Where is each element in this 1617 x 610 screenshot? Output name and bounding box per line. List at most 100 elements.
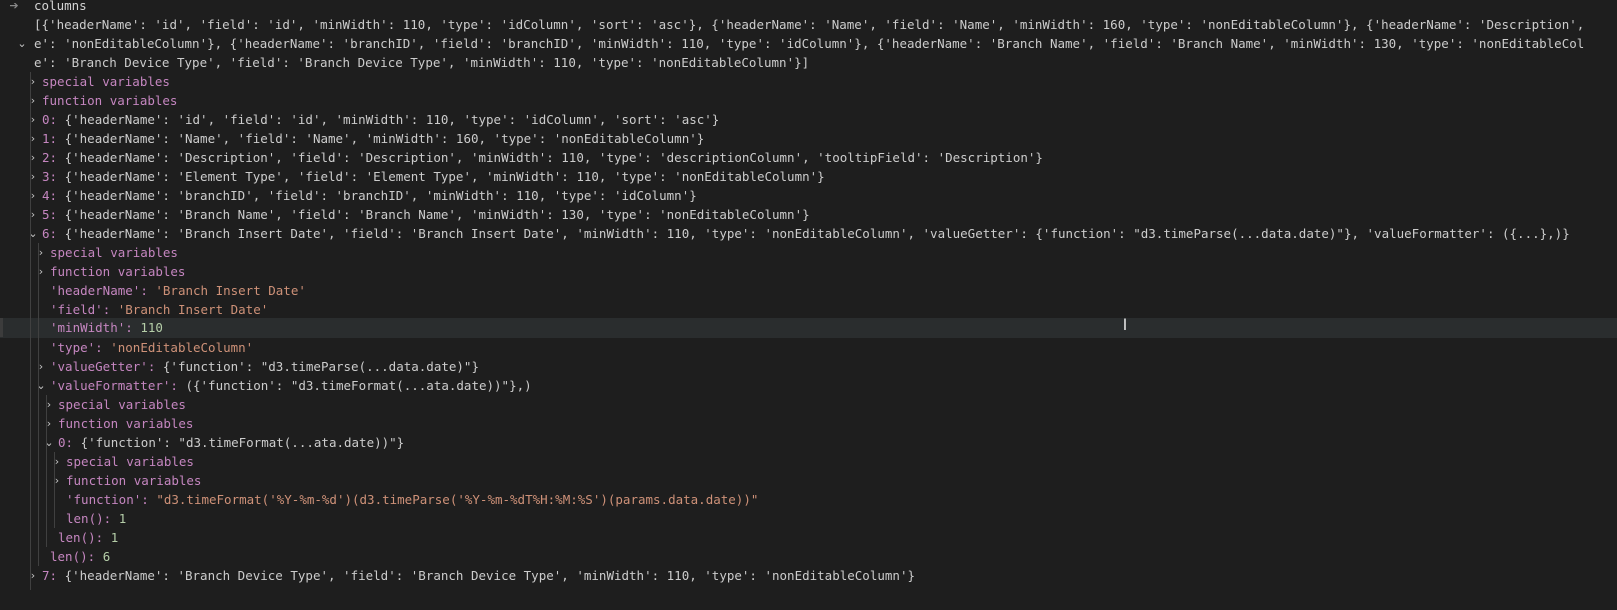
arrow-icon: ➔ <box>9 0 19 12</box>
variable-root-value[interactable]: ⌄ e': 'nonEditableColumn'}, {'headerName… <box>0 34 1617 54</box>
leaf-key: 'minWidth' <box>50 320 126 335</box>
tree-row[interactable]: › special variables <box>0 72 1617 92</box>
leaf-line: len(): 1 <box>66 509 126 529</box>
item-line: 6: {'headerName': 'Branch Insert Date', … <box>42 224 1570 244</box>
tree-row[interactable]: › 2: {'headerName': 'Description', 'fiel… <box>0 148 1617 168</box>
variable-root[interactable]: ➔ columns <box>0 0 1617 16</box>
colon: : <box>103 511 119 526</box>
tree-row[interactable]: › function variables <box>0 471 1617 491</box>
variable-root-value: e': 'Branch Device Type', 'field': 'Bran… <box>0 53 1617 73</box>
tree-row[interactable]: 'headerName': 'Branch Insert Date' <box>0 281 1617 301</box>
item-value: {'headerName': 'branchID', 'field': 'bra… <box>64 188 697 203</box>
colon: : <box>49 112 65 127</box>
tree-row-hovered[interactable]: 'minWidth': 110 <box>0 318 1617 338</box>
chevron-right-icon[interactable]: › <box>27 110 39 130</box>
colon: : <box>49 150 65 165</box>
tree-row[interactable]: › special variables <box>0 452 1617 472</box>
chevron-right-icon[interactable]: › <box>27 129 39 149</box>
tree-row[interactable]: › 7: {'headerName': 'Branch Device Type'… <box>0 566 1617 586</box>
indent-guide <box>38 243 39 566</box>
tree-row[interactable]: len(): 6 <box>0 547 1617 567</box>
leaf-key: 'headerName' <box>50 283 141 298</box>
tree-row[interactable]: › 4: {'headerName': 'branchID', 'field':… <box>0 186 1617 206</box>
tree-row[interactable]: len(): 1 <box>0 509 1617 529</box>
item-key: 3 <box>42 169 50 184</box>
chevron-right-icon[interactable]: › <box>51 452 63 472</box>
chevron-right-icon[interactable]: › <box>27 72 39 92</box>
chevron-right-icon[interactable]: › <box>35 357 47 377</box>
tree-row[interactable]: › function variables <box>0 91 1617 111</box>
colon: : <box>141 492 157 507</box>
chevron-right-icon[interactable]: › <box>43 395 55 415</box>
tree-row[interactable]: › 5: {'headerName': 'Branch Name', 'fiel… <box>0 205 1617 225</box>
chevron-down-icon[interactable]: ⌄ <box>43 433 55 453</box>
chevron-down-icon[interactable]: ⌄ <box>16 34 28 54</box>
colon: : <box>49 226 65 241</box>
tree-row[interactable]: 'type': 'nonEditableColumn' <box>0 338 1617 358</box>
chevron-right-icon[interactable]: › <box>27 205 39 225</box>
leaf-value: 6 <box>102 549 111 564</box>
item-line: 'valueFormatter': ({'function': "d3.time… <box>50 376 532 396</box>
colon: : <box>95 530 111 545</box>
tree-row[interactable]: › function variables <box>0 414 1617 434</box>
item-line: 'valueGetter': {'function': "d3.timePars… <box>50 357 479 377</box>
item-key: 'valueGetter' <box>50 359 148 374</box>
group-label: special variables <box>50 245 178 260</box>
chevron-right-icon[interactable]: › <box>27 566 39 586</box>
tree-row[interactable]: 'function': "d3.timeFormat('%Y-%m-%d')(d… <box>0 490 1617 510</box>
leaf-value: 110 <box>140 320 163 335</box>
tree-row[interactable]: › special variables <box>0 395 1617 415</box>
chevron-down-icon[interactable]: ⌄ <box>27 224 39 244</box>
item-value: ({'function': "d3.timeFormat(...ata.date… <box>185 378 532 393</box>
leaf-line: len(): 6 <box>50 547 110 567</box>
item-value: {'headerName': 'Branch Name', 'field': '… <box>64 207 810 222</box>
tree-row[interactable]: ⌄ 0: {'function': "d3.timeFormat(...ata.… <box>0 433 1617 453</box>
group-label: special variables <box>42 74 170 89</box>
variable-root-value-line2: e': 'nonEditableColumn'}, {'headerName':… <box>34 36 1585 51</box>
tree-row[interactable]: ⌄ 6: {'headerName': 'Branch Insert Date'… <box>0 224 1617 244</box>
tree-row[interactable]: len(): 1 <box>0 528 1617 548</box>
chevron-right-icon[interactable]: › <box>27 186 39 206</box>
tree-row[interactable]: › 0: {'headerName': 'id', 'field': 'id',… <box>0 110 1617 130</box>
leaf-value: "d3.timeFormat('%Y-%m-%d')(d3.timeParse(… <box>156 492 759 507</box>
leaf-key: len() <box>66 511 104 526</box>
chevron-right-icon[interactable]: › <box>43 414 55 434</box>
chevron-right-icon[interactable]: › <box>27 91 39 111</box>
tree-row[interactable]: 'field': 'Branch Insert Date' <box>0 300 1617 320</box>
chevron-down-icon[interactable]: ⌄ <box>35 376 47 396</box>
colon: : <box>49 131 65 146</box>
item-key: 4 <box>42 188 50 203</box>
variable-root-value-line3: e': 'Branch Device Type', 'field': 'Bran… <box>34 55 810 70</box>
chevron-right-icon[interactable]: › <box>35 262 47 282</box>
colon: : <box>65 435 81 450</box>
indent-guide <box>30 72 31 590</box>
row-focus-bar <box>0 318 3 337</box>
chevron-right-icon[interactable]: › <box>51 471 63 491</box>
item-value: {'headerName': 'Branch Insert Date', 'fi… <box>64 226 1570 241</box>
group-label: function variables <box>42 93 178 108</box>
chevron-right-icon[interactable]: › <box>27 167 39 187</box>
item-value: {'function': "d3.timeParse(...data.date)… <box>162 359 479 374</box>
leaf-value: 'Branch Insert Date' <box>117 302 269 317</box>
chevron-right-icon[interactable]: › <box>35 243 47 263</box>
chevron-right-icon[interactable]: › <box>27 148 39 168</box>
item-key: 5 <box>42 207 50 222</box>
group-label: special variables <box>58 397 186 412</box>
leaf-line: len(): 1 <box>58 528 118 548</box>
tree-row[interactable]: › 1: {'headerName': 'Name', 'field': 'Na… <box>0 129 1617 149</box>
tree-row[interactable]: › 'valueGetter': {'function': "d3.timePa… <box>0 357 1617 377</box>
item-key: 0 <box>42 112 50 127</box>
item-key: 0 <box>58 435 66 450</box>
colon: : <box>49 169 65 184</box>
tree-row[interactable]: › 3: {'headerName': 'Element Type', 'fie… <box>0 167 1617 187</box>
variable-root-value: [{'headerName': 'id', 'field': 'id', 'mi… <box>0 15 1617 35</box>
item-value: {'headerName': 'id', 'field': 'id', 'min… <box>64 112 720 127</box>
tree-row[interactable]: › special variables <box>0 243 1617 263</box>
tree-row[interactable]: ⌄ 'valueFormatter': ({'function': "d3.ti… <box>0 376 1617 396</box>
leaf-line: 'field': 'Branch Insert Date' <box>50 300 268 320</box>
leaf-line: 'type': 'nonEditableColumn' <box>50 338 253 358</box>
indent-guide <box>46 395 47 547</box>
item-key: 'valueFormatter' <box>50 378 171 393</box>
leaf-key: 'function' <box>66 492 142 507</box>
tree-row[interactable]: › function variables <box>0 262 1617 282</box>
